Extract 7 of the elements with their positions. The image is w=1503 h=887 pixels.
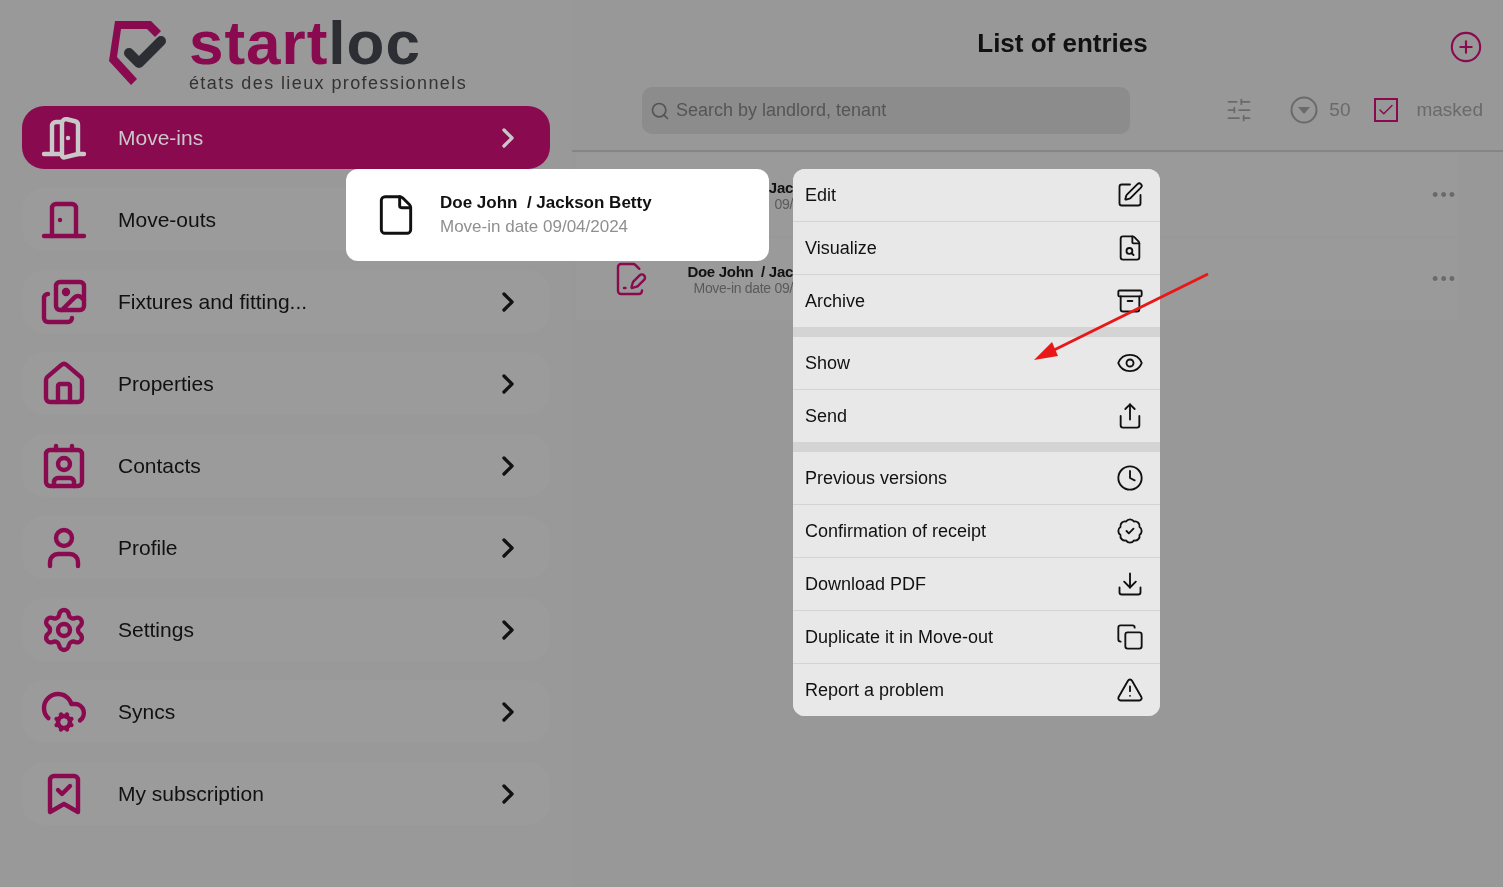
entry-title: Jac [768, 178, 793, 196]
tagline: états des lieux professionnels [188, 72, 468, 94]
page-title: List of entries [977, 27, 1148, 59]
brand-name: startloc [188, 12, 421, 73]
entry-date: 09/ [774, 195, 793, 212]
entry-date: Move-in date 09/ [693, 279, 793, 296]
entry-title: Doe John / Jac [687, 262, 793, 280]
